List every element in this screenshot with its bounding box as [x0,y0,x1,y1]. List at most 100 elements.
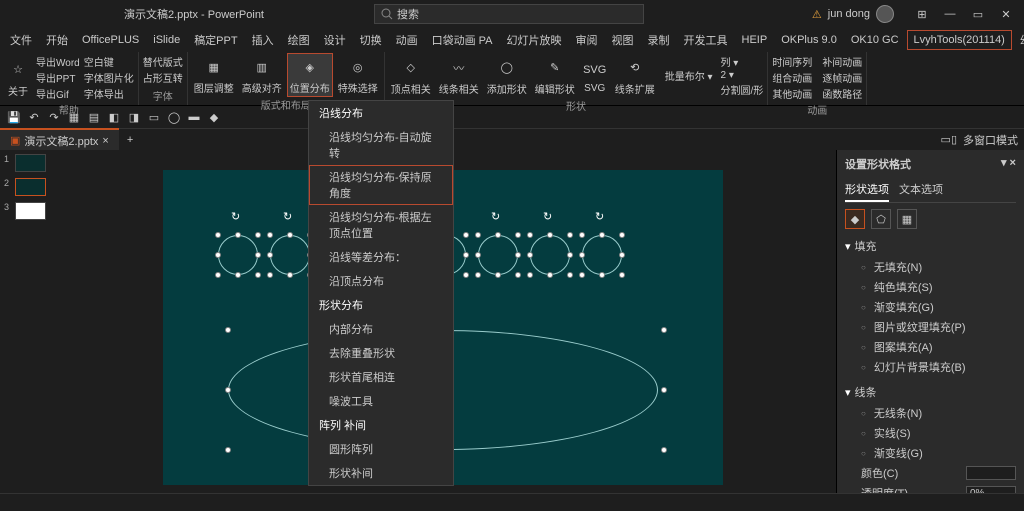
menu-lvyhtools[interactable]: LvyhTools(201114) [907,30,1012,50]
slide-thumb-3[interactable] [15,202,46,220]
selection-handle[interactable] [527,272,533,278]
qat-icon[interactable]: ◯ [166,109,182,125]
menu-开发工具[interactable]: 开发工具 [678,29,734,51]
selection-handle[interactable] [225,387,231,393]
menu-item[interactable]: 去除重叠形状 [309,341,453,365]
effects-icon[interactable]: ⬠ [871,209,891,229]
fill-option[interactable]: 无填充(N) [845,257,1016,277]
line-header[interactable]: ▾ 线条 [845,381,1016,403]
selection-handle[interactable] [225,447,231,453]
pane-menu-icon[interactable]: ▾ × [1001,156,1016,172]
font-export[interactable]: 字体导出 [84,86,134,101]
selection-handle[interactable] [495,232,501,238]
selection-handle[interactable] [515,252,521,258]
menu-OK10 GC[interactable]: OK10 GC [845,31,905,49]
menu-item[interactable]: 沿线等差分布： [309,245,453,269]
fill-option[interactable]: 渐变填充(G) [845,297,1016,317]
text-options-tab[interactable]: 文本选项 [899,178,943,202]
split-circ[interactable]: 分割圆/形 [721,82,764,97]
selection-handle[interactable] [527,232,533,238]
selection-handle[interactable] [235,232,241,238]
selection-handle[interactable] [463,232,469,238]
qat-icon[interactable]: ▭ [146,109,162,125]
save-icon[interactable]: 💾 [6,109,22,125]
export-word[interactable]: 导出Word [36,54,80,69]
selection-handle[interactable] [661,447,667,453]
selection-handle[interactable] [267,272,273,278]
ribbon-编辑形状[interactable]: ✎编辑形状 [533,55,577,97]
selection-handle[interactable] [463,252,469,258]
rotate-handle-icon[interactable]: ↻ [543,210,557,224]
menu-HEIP[interactable]: HEIP [736,31,774,49]
menu-插入[interactable]: 插入 [246,29,280,51]
menu-iSlide[interactable]: iSlide [147,31,186,49]
selection-handle[interactable] [215,252,221,258]
selection-handle[interactable] [495,272,501,278]
font-to-img[interactable]: 字体图片化 [84,70,134,85]
menu-口袋动画 PA[interactable]: 口袋动画 PA [426,29,499,51]
line-color-swatch[interactable] [966,466,1016,480]
fill-option[interactable]: 幻灯片背景填充(B) [845,357,1016,377]
export-gif[interactable]: 导出Gif [36,86,80,101]
multiwindow-label[interactable]: 多窗口模式 [963,132,1018,148]
ribbon-添加形状[interactable]: ◯添加形状 [485,55,529,97]
selection-handle[interactable] [515,272,521,278]
menu-item[interactable]: 沿线均匀分布-保持原角度 [309,165,453,205]
rotate-handle-icon[interactable]: ↻ [491,210,505,224]
undo-icon[interactable]: ↶ [26,109,42,125]
selection-handle[interactable] [255,232,261,238]
avatar[interactable] [876,5,894,23]
menu-OKPlus 9.0[interactable]: OKPlus 9.0 [775,31,843,49]
add-tab-button[interactable]: + [119,131,141,149]
selection-handle[interactable] [579,252,585,258]
qat-icon[interactable]: ◨ [126,109,142,125]
export-ppt[interactable]: 导出PPT [36,70,80,85]
selection-handle[interactable] [235,272,241,278]
selection-handle[interactable] [619,272,625,278]
selection-handle[interactable] [567,272,573,278]
blank-key[interactable]: 空白键 [84,54,134,69]
selection-handle[interactable] [661,327,667,333]
ribbon-特殊选择[interactable]: ◎特殊选择 [336,54,380,96]
menu-item[interactable]: 沿线均匀分布-自动旋转 [309,125,453,165]
close-icon[interactable]: ✕ [992,0,1020,28]
selection-handle[interactable] [475,272,481,278]
line-option[interactable]: 无线条(N) [845,403,1016,423]
slide-thumb-2[interactable] [15,178,46,196]
menu-幻灯片放映[interactable]: 幻灯片放映 [501,29,568,51]
line-trans-input[interactable] [966,486,1016,494]
close-tab-icon[interactable]: × [102,135,108,147]
ribbon-高级对齐[interactable]: ▥高级对齐 [240,54,284,96]
slide-thumb-1[interactable] [15,154,46,172]
shape-options-tab[interactable]: 形状选项 [845,178,889,202]
selection-handle[interactable] [255,252,261,258]
col-dd[interactable]: 列 ▾ [721,54,764,69]
maximize-icon[interactable]: ▭ [964,0,992,28]
selection-handle[interactable] [287,232,293,238]
ribbon-线条相关[interactable]: 〰线条相关 [437,55,481,97]
fill-header[interactable]: ▾ 填充 [845,235,1016,257]
circle-shape[interactable] [478,235,518,275]
selection-handle[interactable] [619,252,625,258]
selection-handle[interactable] [619,232,625,238]
line-option[interactable]: 渐变线(G) [845,443,1016,463]
search-box[interactable]: 搜索 [374,4,644,24]
minimize-icon[interactable]: — [936,0,964,28]
selection-handle[interactable] [579,232,585,238]
selection-handle[interactable] [463,272,469,278]
tween-anim[interactable]: 补间动画 [822,54,862,69]
selection-handle[interactable] [579,272,585,278]
size-icon[interactable]: ▦ [897,209,917,229]
ribbon-线条扩展[interactable]: ⟲线条扩展 [613,55,657,97]
func-path[interactable]: 函数路径 [822,86,862,101]
user-name[interactable]: jun dong [828,8,870,20]
col-n[interactable]: 2 ▾ [721,70,764,81]
ribbon-SVG[interactable]: SVGSVG [581,57,609,95]
menu-开始[interactable]: 开始 [40,29,74,51]
menu-item[interactable]: 噪波工具 [309,389,453,413]
ribbon-位置分布[interactable]: ◈位置分布 [288,54,332,96]
menu-item[interactable]: 内部分布 [309,317,453,341]
menu-审阅[interactable]: 审阅 [570,29,604,51]
selection-handle[interactable] [515,232,521,238]
fill-option[interactable]: 图案填充(A) [845,337,1016,357]
